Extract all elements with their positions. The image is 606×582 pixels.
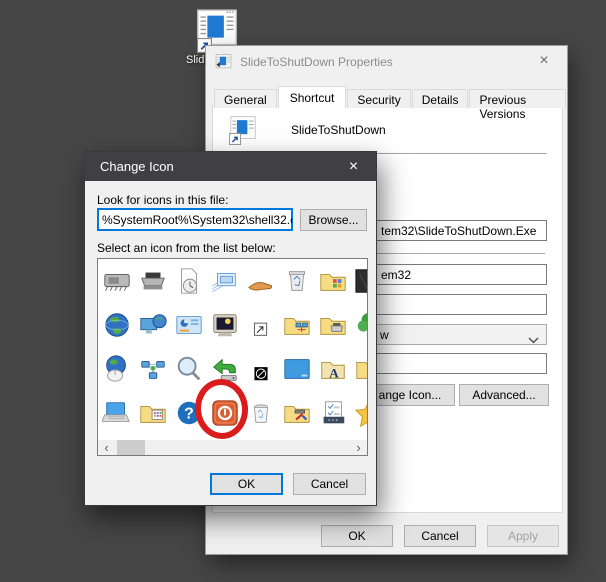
svg-text:A: A (329, 365, 339, 380)
properties-cancel-button[interactable]: Cancel (404, 525, 476, 547)
printer-icon[interactable] (138, 266, 168, 296)
desktop: Slid SlideToShutDown Properties × Genera… (0, 0, 606, 582)
memory-chip-icon[interactable] (102, 266, 132, 296)
folder-plain-icon[interactable] (354, 354, 367, 384)
icon-grid[interactable]: ‹ › A? (97, 258, 368, 456)
scroll-right-button[interactable]: › (350, 440, 367, 455)
control-panel-icon[interactable] (174, 310, 204, 340)
folder-programs-icon[interactable] (318, 266, 348, 296)
monitor-globe-icon[interactable] (138, 310, 168, 340)
horizontal-scrollbar[interactable]: ‹ › (98, 440, 367, 455)
folder-printer-icon[interactable] (318, 310, 348, 340)
recycle-bin-empty-icon[interactable] (246, 398, 276, 428)
change-icon-ok-button[interactable]: OK (210, 473, 283, 495)
star-icon[interactable] (354, 398, 367, 428)
globe-mouse-icon[interactable] (102, 354, 132, 384)
tab-shortcut[interactable]: Shortcut (277, 86, 347, 108)
advanced-button[interactable]: Advanced... (459, 384, 549, 406)
install-windows-icon[interactable] (210, 266, 240, 296)
desktop-shortcut-label: Slid (186, 54, 205, 66)
tab-previous-versions[interactable]: Previous Versions (469, 89, 566, 121)
properties-apply-button: Apply (487, 525, 559, 547)
shortcut-arrow-badge-icon (229, 132, 241, 145)
tab-security[interactable]: Security (347, 89, 411, 108)
sharing-hand-icon[interactable] (246, 266, 276, 296)
chevron-down-icon (528, 333, 539, 344)
browse-button[interactable]: Browse... (300, 209, 367, 231)
document-clock-icon[interactable] (174, 266, 204, 296)
help-question-icon[interactable]: ? (174, 398, 204, 428)
properties-ok-button[interactable]: OK (321, 525, 393, 547)
tab-details[interactable]: Details (411, 89, 469, 108)
folder-fonts-icon[interactable]: A (318, 354, 348, 384)
change-icon-cancel-button[interactable]: Cancel (293, 473, 366, 495)
change-icon-dialog: Change Icon × Look for icons in this fil… (84, 151, 377, 506)
shortcut-overlay-icon[interactable] (246, 310, 276, 340)
change-icon-close-button[interactable]: × (331, 152, 376, 181)
shortcut-name-text: SlideToShutDown (291, 123, 386, 137)
scrollbar-thumb[interactable] (117, 440, 145, 455)
select-icon-label: Select an icon from the list below: (97, 241, 276, 255)
scroll-left-button[interactable]: ‹ (98, 440, 115, 455)
properties-window-title: SlideToShutDown Properties (240, 54, 393, 69)
svg-text:?: ? (184, 406, 194, 423)
screen-dark-icon[interactable] (354, 266, 367, 296)
laptop-icon[interactable] (101, 398, 132, 428)
globe-internet-icon[interactable] (102, 310, 132, 340)
display-blue-icon[interactable] (282, 354, 312, 384)
properties-titlebar[interactable]: SlideToShutDown Properties (206, 46, 567, 77)
task-checklist-icon[interactable] (318, 398, 348, 428)
folder-tools-icon[interactable] (282, 398, 312, 428)
change-icon-button[interactable]: ange Icon... (365, 384, 455, 406)
look-for-icons-label: Look for icons in this file: (97, 193, 229, 207)
undo-drive-icon[interactable] (210, 354, 240, 384)
tree-icon[interactable] (354, 310, 367, 340)
monitor-screensaver-icon[interactable] (210, 310, 240, 340)
icon-path-input[interactable]: %SystemRoot%\System32\shell32.c (97, 208, 293, 231)
tab-general[interactable]: General (214, 89, 277, 108)
network-nodes-icon[interactable] (138, 354, 168, 384)
properties-close-button[interactable]: × (521, 46, 567, 76)
recycle-bin-full-icon[interactable] (282, 266, 312, 296)
tab-strip: General Shortcut Security Details Previous V… (214, 86, 567, 121)
properties-title-icon (215, 53, 232, 70)
magnifier-icon[interactable] (174, 354, 204, 384)
change-icon-title: Change Icon (100, 159, 174, 174)
folder-apps-icon[interactable] (138, 398, 168, 428)
clock-overlay-icon[interactable] (246, 354, 276, 384)
folder-network-icon[interactable] (282, 310, 312, 340)
power-button-icon[interactable] (210, 398, 240, 428)
